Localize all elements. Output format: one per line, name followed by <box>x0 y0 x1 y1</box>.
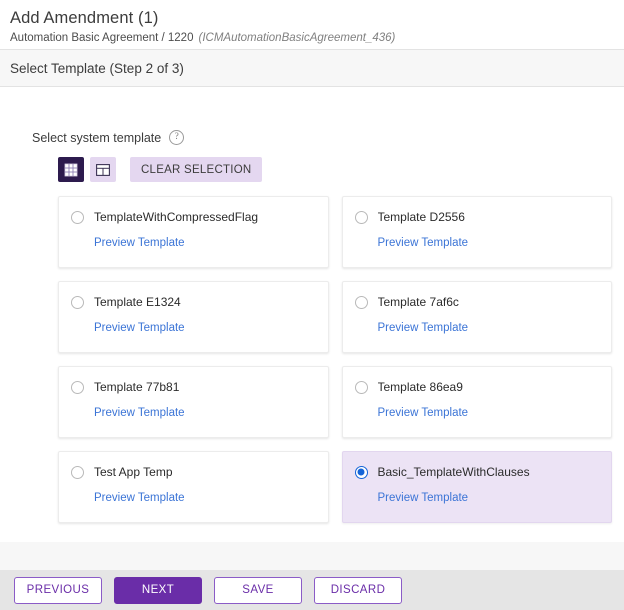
template-card-label: Template 86ea9 <box>378 380 463 394</box>
preview-template-link[interactable]: Preview Template <box>94 237 185 249</box>
discard-button[interactable]: DISCARD <box>314 577 402 604</box>
save-button[interactable]: SAVE <box>214 577 302 604</box>
template-card-label: Test App Temp <box>94 465 173 479</box>
template-toolbar: CLEAR SELECTION <box>18 145 624 182</box>
radio-unchecked-icon[interactable] <box>71 381 84 394</box>
radio-unchecked-icon[interactable] <box>71 466 84 479</box>
template-card-label: Template 77b81 <box>94 380 179 394</box>
previous-button[interactable]: PREVIOUS <box>14 577 102 604</box>
template-card-header: Test App Temp <box>71 465 314 479</box>
template-card-label: TemplateWithCompressedFlag <box>94 210 258 224</box>
template-card[interactable]: Template 7af6c Preview Template <box>342 281 613 353</box>
section-header: Select system template ? <box>18 108 624 145</box>
grid-view-icon[interactable] <box>58 157 84 182</box>
section-label: Select system template <box>32 131 161 145</box>
template-card[interactable]: Template E1324 Preview Template <box>58 281 329 353</box>
template-card[interactable]: Test App Temp Preview Template <box>58 451 329 523</box>
radio-unchecked-icon[interactable] <box>355 381 368 394</box>
help-circle-icon[interactable]: ? <box>169 130 184 145</box>
template-card-header: Template E1324 <box>71 295 314 309</box>
preview-template-link[interactable]: Preview Template <box>94 322 185 334</box>
table-view-icon[interactable] <box>90 157 116 182</box>
template-card-header: TemplateWithCompressedFlag <box>71 210 314 224</box>
breadcrumb: Automation Basic Agreement / 1220 (ICMAut… <box>10 31 614 46</box>
clear-selection-button[interactable]: CLEAR SELECTION <box>130 157 262 182</box>
footer-actions: PREVIOUS NEXT SAVE DISCARD <box>0 570 624 610</box>
preview-template-link[interactable]: Preview Template <box>378 407 469 419</box>
template-card-label: Template E1324 <box>94 295 181 309</box>
footer-spacer <box>0 542 624 570</box>
page-header: Add Amendment (1) Automation Basic Agree… <box>0 0 624 50</box>
table-view-glyph <box>96 164 110 176</box>
grid-view-glyph <box>64 163 78 177</box>
next-button[interactable]: NEXT <box>114 577 202 604</box>
template-card-header: Template 7af6c <box>355 295 598 309</box>
template-card-header: Template D2556 <box>355 210 598 224</box>
breadcrumb-path: Automation Basic Agreement / 1220 <box>10 32 193 44</box>
template-card-label: Basic_TemplateWithClauses <box>378 465 530 479</box>
page-title: Add Amendment (1) <box>10 8 614 28</box>
template-card[interactable]: Template 77b81 Preview Template <box>58 366 329 438</box>
template-card-label: Template 7af6c <box>378 295 459 309</box>
content-panel: Select system template ? CLEAR SELECTION… <box>18 108 624 542</box>
step-title: Select Template (Step 2 of 3) <box>10 61 184 76</box>
template-card[interactable]: TemplateWithCompressedFlag Preview Templa… <box>58 196 329 268</box>
template-card-grid: TemplateWithCompressedFlag Preview Templa… <box>18 182 624 523</box>
step-bar: Select Template (Step 2 of 3) <box>0 50 624 87</box>
preview-template-link[interactable]: Preview Template <box>94 492 185 504</box>
template-card[interactable]: Basic_TemplateWithClauses Preview Templat… <box>342 451 613 523</box>
template-card-header: Template 86ea9 <box>355 380 598 394</box>
breadcrumb-code: (ICMAutomationBasicAgreement_436) <box>198 32 395 44</box>
preview-template-link[interactable]: Preview Template <box>94 407 185 419</box>
preview-template-link[interactable]: Preview Template <box>378 492 469 504</box>
radio-unchecked-icon[interactable] <box>71 296 84 309</box>
template-card[interactable]: Template 86ea9 Preview Template <box>342 366 613 438</box>
template-card-header: Template 77b81 <box>71 380 314 394</box>
radio-unchecked-icon[interactable] <box>71 211 84 224</box>
preview-template-link[interactable]: Preview Template <box>378 237 469 249</box>
radio-checked-icon[interactable] <box>355 466 368 479</box>
radio-unchecked-icon[interactable] <box>355 211 368 224</box>
radio-unchecked-icon[interactable] <box>355 296 368 309</box>
template-card[interactable]: Template D2556 Preview Template <box>342 196 613 268</box>
template-card-header: Basic_TemplateWithClauses <box>355 465 598 479</box>
preview-template-link[interactable]: Preview Template <box>378 322 469 334</box>
template-card-label: Template D2556 <box>378 210 465 224</box>
